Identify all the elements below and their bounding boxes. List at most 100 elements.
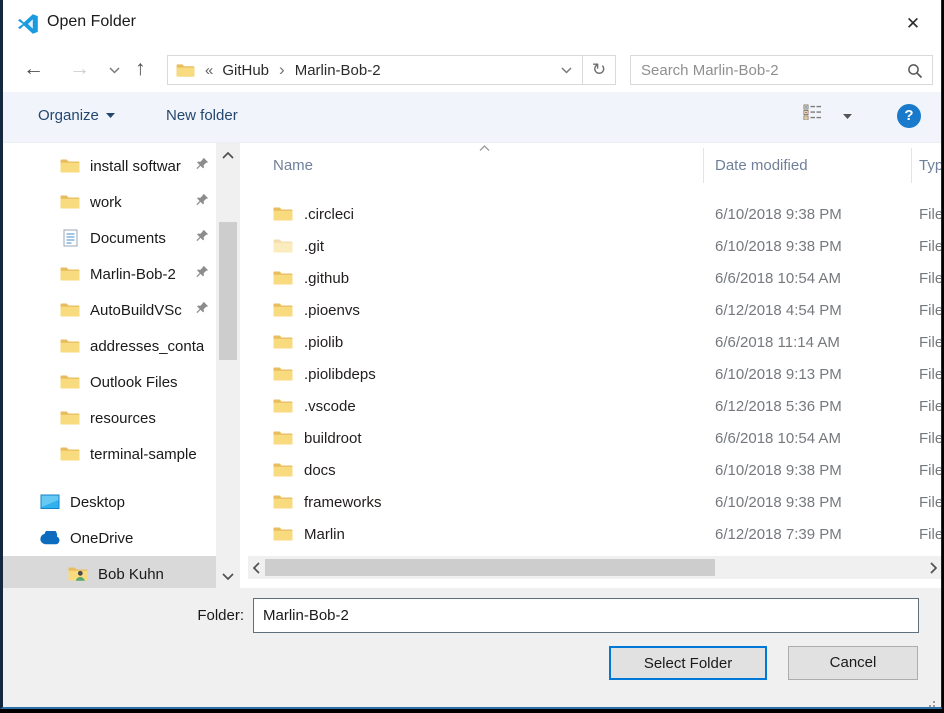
sidebar-scrollbar[interactable] [216, 143, 240, 588]
file-date-modified: 6/10/2018 9:38 PM [715, 462, 842, 479]
file-name-cell: Marlin [243, 526, 345, 543]
file-row[interactable]: .github 6/6/2018 10:54 AM File [243, 262, 941, 294]
file-row[interactable]: .vscode 6/12/2018 5:36 PM File [243, 390, 941, 422]
column-header-date-modified[interactable]: Date modified [715, 157, 808, 174]
address-dropdown-chevron-icon[interactable] [551, 61, 582, 79]
file-type: File [919, 302, 942, 319]
sort-ascending-icon [478, 144, 491, 152]
vscode-logo-icon [16, 12, 40, 36]
sidebar-scrollbar-thumb[interactable] [219, 222, 237, 360]
navigation-pane: install softwar [3, 143, 216, 588]
help-button[interactable]: ? [897, 104, 921, 128]
sidebar-item[interactable]: Bob Kuhn [3, 556, 216, 588]
file-row[interactable]: frameworks 6/10/2018 9:38 PM File [243, 486, 941, 518]
file-row[interactable]: buildroot 6/6/2018 10:54 AM File [243, 422, 941, 454]
organize-caret-icon [106, 113, 115, 118]
select-folder-button[interactable]: Select Folder [609, 646, 767, 680]
navigation-row: ← → ↑ « GitHub › Marlin-Bob-2 ↻ [3, 48, 941, 92]
desktop-icon [39, 494, 61, 510]
breadcrumb-segment-github[interactable]: GitHub [222, 62, 269, 79]
file-name: .pioenvs [304, 302, 360, 319]
file-type: File [919, 334, 942, 351]
sidebar-item-label: Outlook Files [90, 374, 178, 391]
file-rows: .circleci 6/10/2018 9:38 PM File [243, 190, 941, 550]
sidebar-item[interactable]: install softwar [3, 148, 216, 184]
sidebar-item[interactable]: work [3, 184, 216, 220]
column-divider[interactable] [911, 148, 912, 183]
file-row[interactable]: .piolibdeps 6/10/2018 9:13 PM File [243, 358, 941, 390]
sidebar-item[interactable]: Desktop [3, 484, 216, 520]
horizontal-scrollbar-thumb[interactable] [265, 559, 715, 576]
folder-icon [273, 270, 293, 286]
address-bar[interactable]: « GitHub › Marlin-Bob-2 ↻ [167, 55, 616, 85]
file-name-cell: frameworks [243, 494, 382, 511]
new-folder-button[interactable]: New folder [166, 107, 238, 124]
file-row[interactable]: .piolib 6/6/2018 11:14 AM File [243, 326, 941, 358]
sidebar-item-label: OneDrive [70, 530, 133, 547]
sidebar-item-label: Marlin-Bob-2 [90, 266, 176, 283]
file-row[interactable]: .pioenvs 6/12/2018 4:54 PM File [243, 294, 941, 326]
file-row[interactable]: Marlin 6/12/2018 7:39 PM File [243, 518, 941, 550]
scroll-down-icon[interactable] [216, 566, 240, 586]
column-divider[interactable] [703, 148, 704, 183]
folder-icon [273, 302, 293, 318]
column-header-type[interactable]: Typ [919, 157, 942, 174]
file-date-modified: 6/10/2018 9:38 PM [715, 494, 842, 511]
sidebar-item[interactable]: terminal-sample [3, 436, 216, 472]
file-date-modified: 6/10/2018 9:38 PM [715, 206, 842, 223]
file-date-modified: 6/6/2018 11:14 AM [715, 334, 840, 351]
breadcrumb-separator-icon[interactable]: › [279, 60, 285, 80]
sidebar-item[interactable]: resources [3, 400, 216, 436]
breadcrumb-root-chevron[interactable]: « [205, 62, 213, 79]
sidebar-item[interactable]: Documents [3, 220, 216, 256]
scroll-up-icon[interactable] [216, 145, 240, 165]
breadcrumb-segment-current[interactable]: Marlin-Bob-2 [295, 62, 381, 79]
file-row[interactable]: docs 6/10/2018 9:38 PM File [243, 454, 941, 486]
pin-icon [195, 157, 216, 175]
folder-icon [273, 366, 293, 382]
view-mode-button[interactable] [803, 104, 861, 130]
file-name: .vscode [304, 398, 356, 415]
sidebar-item[interactable]: addresses_conta [3, 328, 216, 364]
recent-locations-chevron-icon[interactable] [109, 67, 120, 74]
folder-icon [59, 338, 81, 354]
close-icon[interactable]: ✕ [899, 10, 927, 38]
back-button[interactable]: ← [23, 54, 44, 84]
resize-grip[interactable] [933, 701, 935, 703]
scroll-right-icon[interactable] [925, 556, 941, 579]
file-name: frameworks [304, 494, 382, 511]
scroll-left-icon[interactable] [248, 556, 264, 579]
sidebar-item-label: Documents [90, 230, 166, 247]
search-icon[interactable] [907, 63, 923, 79]
up-button[interactable]: ↑ [135, 54, 146, 84]
file-name: .circleci [304, 206, 354, 223]
user-folder-icon [67, 566, 89, 582]
title-bar: Open Folder ✕ [3, 0, 941, 48]
sidebar-item-label: resources [90, 410, 156, 427]
sidebar-item[interactable]: OneDrive [3, 520, 216, 556]
file-row[interactable]: .git 6/10/2018 9:38 PM File [243, 230, 941, 262]
sidebar-item[interactable]: AutoBuildVSc [3, 292, 216, 328]
main-area: install softwar [3, 143, 941, 588]
file-date-modified: 6/12/2018 4:54 PM [715, 302, 842, 319]
folder-name-input[interactable] [253, 598, 919, 633]
view-mode-caret-icon [843, 114, 852, 119]
file-type: File [919, 238, 942, 255]
sidebar-item[interactable]: Marlin-Bob-2 [3, 256, 216, 292]
folder-icon [273, 462, 293, 478]
refresh-icon[interactable]: ↻ [582, 56, 615, 84]
pin-icon [195, 265, 216, 283]
search-input[interactable] [631, 56, 903, 84]
organize-menu[interactable]: Organize [38, 107, 115, 124]
file-row[interactable]: .circleci 6/10/2018 9:38 PM File [243, 198, 941, 230]
onedrive-icon [39, 531, 61, 545]
cancel-button[interactable]: Cancel [788, 646, 918, 680]
sidebar-item-label: install softwar [90, 158, 181, 175]
folder-icon [273, 526, 293, 542]
forward-button: → [69, 54, 90, 84]
horizontal-scrollbar[interactable] [248, 556, 941, 579]
sidebar-item-label: work [90, 194, 122, 211]
column-header-name[interactable]: Name [273, 157, 313, 174]
sidebar-item[interactable]: Outlook Files [3, 364, 216, 400]
open-folder-dialog: Open Folder ✕ ← → ↑ « GitHub › Marlin-Bo… [0, 0, 942, 709]
